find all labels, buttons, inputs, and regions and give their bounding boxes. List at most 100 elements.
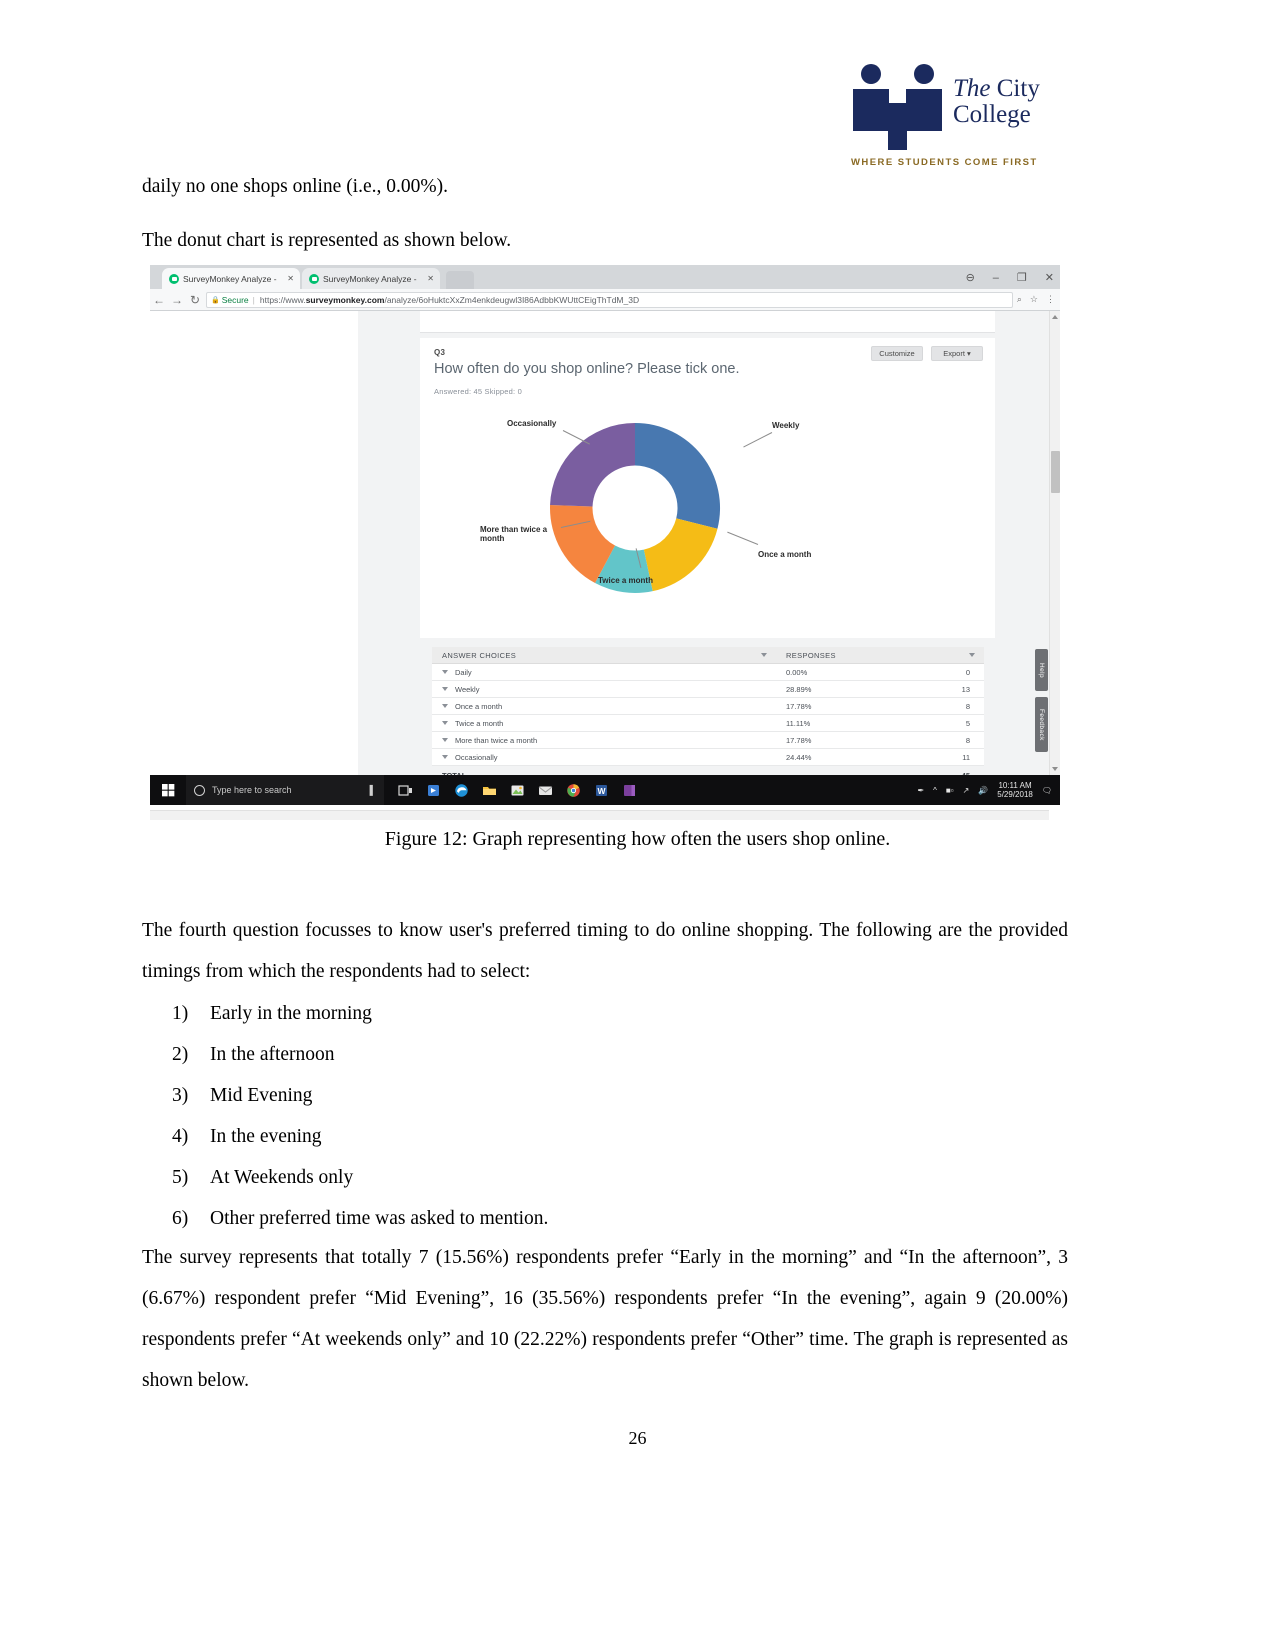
logo-tagline: WHERE STUDENTS COME FIRST bbox=[851, 157, 1038, 168]
logo-word-college: College bbox=[953, 101, 1031, 129]
table-row[interactable]: Daily 0.00% 0 bbox=[432, 664, 984, 681]
horizontal-scrollbar[interactable] bbox=[150, 810, 1049, 820]
secure-label: Secure bbox=[221, 294, 249, 305]
vertical-scrollbar[interactable] bbox=[1049, 311, 1060, 775]
scrollbar-thumb[interactable] bbox=[1051, 451, 1060, 493]
omnibox-separator: | bbox=[252, 294, 255, 305]
chevron-down-icon[interactable] bbox=[761, 653, 767, 657]
chevron-up-icon[interactable]: ^ bbox=[933, 786, 937, 795]
network-icon[interactable]: ↗ bbox=[963, 786, 970, 795]
minimize-icon[interactable]: – bbox=[993, 272, 999, 284]
address-bar[interactable]: 🔒 Secure | https://www. surveymonkey.com… bbox=[206, 291, 1013, 308]
photos-icon[interactable] bbox=[510, 783, 525, 798]
onenote-icon[interactable] bbox=[622, 783, 637, 798]
table-header-responses[interactable]: RESPONSES bbox=[776, 651, 984, 660]
profile-icon[interactable]: ⊖ bbox=[966, 272, 975, 284]
bookmark-star-icon[interactable]: ☆ bbox=[1030, 294, 1038, 305]
zoom-icon[interactable]: ⌕ bbox=[1017, 294, 1022, 305]
table-row[interactable]: Twice a month 11.11% 5 bbox=[432, 715, 984, 732]
figure-caption: Figure 12: Graph representing how often … bbox=[384, 828, 891, 850]
chevron-down-icon[interactable] bbox=[442, 670, 448, 674]
scroll-down-icon[interactable] bbox=[1052, 767, 1058, 771]
volume-icon[interactable]: 🔊 bbox=[978, 786, 988, 795]
close-icon[interactable]: ✕ bbox=[427, 274, 434, 283]
forward-icon[interactable]: → bbox=[168, 293, 186, 307]
close-icon[interactable]: ✕ bbox=[287, 274, 294, 283]
surveymonkey-favicon bbox=[309, 273, 319, 284]
browser-tab-1-title: SurveyMonkey Analyze - bbox=[183, 273, 277, 284]
response-count: 5 bbox=[965, 718, 970, 728]
table-row[interactable]: More than twice a month 17.78% 8 bbox=[432, 732, 984, 749]
list-item: 6) Other preferred time was asked to men… bbox=[172, 1198, 1052, 1239]
system-tray: ✒ ^ ■▫ ↗ 🔊 10:11 AM 5/29/2018 🗨 bbox=[917, 781, 1060, 799]
list-item-label: In the evening bbox=[210, 1126, 322, 1147]
chevron-down-icon[interactable] bbox=[442, 755, 448, 759]
start-button[interactable] bbox=[150, 775, 186, 805]
search-placeholder: Type here to search bbox=[212, 785, 292, 795]
slice-weekly bbox=[635, 423, 721, 529]
table-header-row: ANSWER CHOICES RESPONSES bbox=[432, 647, 984, 664]
customize-button[interactable]: Customize bbox=[871, 346, 923, 361]
task-view-icon[interactable] bbox=[398, 783, 413, 798]
table-row[interactable]: Weekly 28.89% 13 bbox=[432, 681, 984, 698]
paragraph-fourth-question: The fourth question focusses to know use… bbox=[142, 920, 1068, 982]
export-button[interactable]: Export ▾ bbox=[931, 346, 983, 361]
chevron-down-icon[interactable] bbox=[442, 687, 448, 691]
scroll-up-icon[interactable] bbox=[1052, 315, 1058, 319]
answer-choice-label: Weekly bbox=[455, 684, 480, 694]
chrome-icon[interactable] bbox=[566, 783, 581, 798]
battery-icon[interactable]: ■▫ bbox=[946, 786, 954, 795]
new-tab-button[interactable] bbox=[446, 271, 474, 289]
feedback-tab-button[interactable]: Feedback bbox=[1035, 697, 1048, 752]
list-item: 1) Early in the morning bbox=[172, 993, 1052, 1034]
pen-icon[interactable]: ✒ bbox=[917, 786, 924, 795]
page-number: 26 bbox=[628, 1428, 647, 1448]
windows-logo-icon bbox=[161, 783, 174, 796]
file-explorer-icon[interactable] bbox=[482, 783, 497, 798]
notification-icon[interactable]: 🗨 bbox=[1042, 786, 1052, 795]
word-icon[interactable]: W bbox=[594, 783, 609, 798]
store-icon[interactable] bbox=[426, 783, 441, 798]
response-count: 8 bbox=[965, 701, 970, 711]
response-count: 8 bbox=[965, 735, 970, 745]
browser-tab-1[interactable]: SurveyMonkey Analyze - ✕ bbox=[162, 268, 300, 289]
answer-choice-label: Once a month bbox=[455, 701, 503, 711]
table-header-answer-choices[interactable]: ANSWER CHOICES bbox=[432, 651, 776, 660]
chevron-down-icon[interactable] bbox=[969, 653, 975, 657]
windows-taskbar: Type here to search ▌ W ✒ ^ ■▫ ↗ 🔊 10:11… bbox=[150, 775, 1060, 805]
donut-label-twice-a-month: Twice a month bbox=[598, 576, 653, 585]
taskbar-clock[interactable]: 10:11 AM 5/29/2018 bbox=[997, 781, 1033, 799]
page-viewport: Q3 How often do you shop online? Please … bbox=[150, 311, 1060, 784]
help-tab-button[interactable]: Help bbox=[1035, 649, 1048, 691]
table-row[interactable]: Once a month 17.78% 8 bbox=[432, 698, 984, 715]
url-host: surveymonkey.com bbox=[305, 294, 385, 305]
browser-toolbar: ← → ↻ 🔒 Secure | https://www. surveymonk… bbox=[150, 289, 1060, 311]
table-row[interactable]: Occasionally 24.44% 11 bbox=[432, 749, 984, 766]
mail-icon[interactable] bbox=[538, 783, 553, 798]
table-header-answer-choices-label: ANSWER CHOICES bbox=[442, 650, 517, 660]
college-logo-mark bbox=[853, 64, 942, 150]
microphone-icon[interactable]: ▌ bbox=[370, 785, 376, 795]
chrome-menu-icon[interactable]: ⋮ bbox=[1046, 294, 1055, 305]
chevron-down-icon[interactable] bbox=[442, 738, 448, 742]
response-percent: 17.78% bbox=[786, 701, 812, 711]
maximize-icon[interactable]: ❐ bbox=[1017, 272, 1027, 284]
close-window-icon[interactable]: ✕ bbox=[1045, 272, 1054, 284]
answer-choice-label: More than twice a month bbox=[455, 735, 538, 745]
taskbar-search-box[interactable]: Type here to search ▌ bbox=[186, 775, 384, 805]
question-response-meta: Answered: 45 Skipped: 0 bbox=[434, 387, 522, 396]
results-table: ANSWER CHOICES RESPONSES Daily 0.00% 0 W… bbox=[432, 647, 984, 784]
list-item-number: 2) bbox=[172, 1044, 189, 1065]
donut-label-once-a-month: Once a month bbox=[758, 550, 812, 559]
reload-icon[interactable]: ↻ bbox=[186, 293, 204, 307]
chevron-down-icon[interactable] bbox=[442, 721, 448, 725]
list-item: 5) At Weekends only bbox=[172, 1157, 1052, 1198]
edge-icon[interactable] bbox=[454, 783, 469, 798]
clock-time: 10:11 AM bbox=[998, 780, 1032, 790]
chevron-down-icon[interactable] bbox=[442, 704, 448, 708]
donut-chart: Occasionally Weekly More than twice a mo… bbox=[420, 408, 995, 638]
response-percent: 24.44% bbox=[786, 752, 812, 762]
browser-tab-2[interactable]: SurveyMonkey Analyze - ✕ bbox=[302, 268, 440, 289]
intro-line-2: The donut chart is represented as shown … bbox=[142, 230, 512, 251]
back-icon[interactable]: ← bbox=[150, 293, 168, 307]
